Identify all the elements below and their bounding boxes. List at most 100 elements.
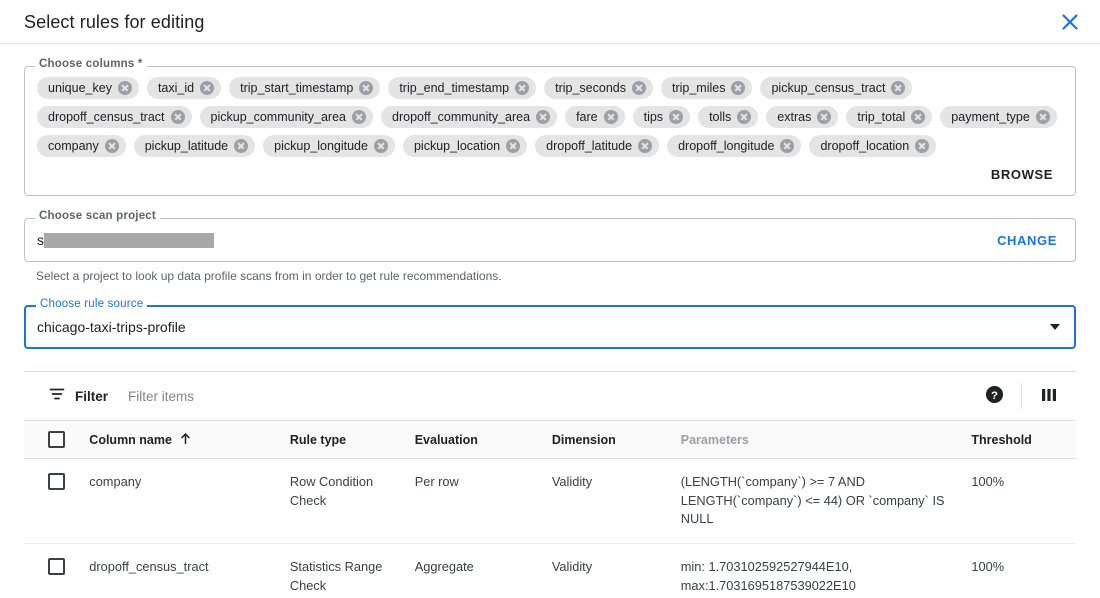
- chip-remove-icon[interactable]: [373, 139, 388, 153]
- column-chip-label: pickup_latitude: [144, 139, 229, 153]
- chevron-down-icon[interactable]: [1050, 324, 1060, 331]
- select-all-checkbox[interactable]: [48, 431, 65, 449]
- choose-scan-project-field[interactable]: Choose scan project s CHANGE: [24, 210, 1076, 262]
- column-chip[interactable]: dropoff_latitude: [535, 135, 660, 157]
- chip-remove-icon[interactable]: [817, 110, 832, 124]
- svg-text:?: ?: [991, 390, 998, 402]
- table-header-row: Column name Rule type Evaluation Dimensi…: [24, 420, 1076, 460]
- column-chip[interactable]: pickup_community_area: [199, 106, 374, 128]
- column-chip[interactable]: pickup_location: [402, 135, 528, 157]
- column-chip[interactable]: tips: [632, 106, 691, 128]
- header-evaluation[interactable]: Evaluation: [406, 420, 544, 460]
- column-chip-label: trip_total: [857, 110, 906, 124]
- table-toolbar: Filter ?: [24, 372, 1076, 420]
- change-project-button[interactable]: CHANGE: [993, 231, 1061, 250]
- column-chip[interactable]: trip_start_timestamp: [229, 77, 381, 99]
- column-settings-button[interactable]: [1032, 379, 1066, 413]
- chip-remove-icon[interactable]: [638, 139, 653, 153]
- chip-remove-icon[interactable]: [170, 110, 185, 124]
- column-chip[interactable]: fare: [565, 106, 625, 128]
- column-chip[interactable]: taxi_id: [146, 77, 222, 99]
- header-dimension[interactable]: Dimension: [543, 420, 673, 460]
- column-chip[interactable]: unique_key: [37, 77, 139, 99]
- header-threshold[interactable]: Threshold: [963, 420, 1076, 460]
- column-chip[interactable]: trip_total: [846, 106, 933, 128]
- filter-button[interactable]: Filter: [48, 385, 108, 408]
- chip-remove-icon[interactable]: [731, 81, 746, 95]
- chip-remove-icon[interactable]: [1035, 110, 1050, 124]
- column-chip-label: payment_type: [951, 110, 1030, 124]
- rule-source-value: chicago-taxi-trips-profile: [37, 319, 186, 336]
- filter-input[interactable]: [126, 387, 447, 405]
- chip-remove-icon[interactable]: [515, 81, 530, 95]
- chip-remove-icon[interactable]: [891, 81, 906, 95]
- column-chip-list: unique_key taxi_id trip_start_timestamp tri…: [37, 77, 1063, 157]
- column-chip[interactable]: trip_miles: [660, 77, 753, 99]
- header-parameters[interactable]: Parameters: [672, 420, 964, 460]
- row-checkbox[interactable]: [48, 558, 65, 576]
- help-icon: ?: [985, 385, 1004, 407]
- column-chip[interactable]: dropoff_census_tract: [37, 106, 192, 128]
- chip-remove-icon[interactable]: [234, 139, 249, 153]
- column-chip-label: pickup_community_area: [210, 110, 347, 124]
- choose-rule-source-field[interactable]: Choose rule source chicago-taxi-trips-pr…: [24, 299, 1076, 350]
- column-chip-label: dropoff_longitude: [678, 139, 775, 153]
- chip-remove-icon[interactable]: [506, 139, 521, 153]
- choose-rule-source-label: Choose rule source: [36, 299, 148, 311]
- rules-table-body: company Row Condition Check Per row Validit…: [24, 458, 1076, 598]
- row-select-cell: [24, 543, 82, 598]
- scan-project-value-prefix: s: [37, 232, 44, 248]
- column-chip[interactable]: dropoff_community_area: [381, 106, 558, 128]
- close-button[interactable]: [1054, 6, 1086, 38]
- chip-remove-icon[interactable]: [603, 110, 618, 124]
- column-chip[interactable]: dropoff_longitude: [667, 135, 802, 157]
- table-row[interactable]: company Row Condition Check Per row Validit…: [24, 458, 1076, 545]
- column-chip-label: unique_key: [48, 81, 112, 95]
- scan-project-helper-text: Select a project to look up data profile…: [36, 269, 502, 283]
- column-chip-label: pickup_location: [413, 139, 501, 153]
- column-chip-label: dropoff_community_area: [392, 110, 531, 124]
- chip-remove-icon[interactable]: [104, 139, 119, 153]
- column-chip[interactable]: pickup_longitude: [263, 135, 395, 157]
- row-checkbox[interactable]: [48, 473, 65, 491]
- column-chip-label: fare: [576, 110, 598, 124]
- column-chip[interactable]: extras: [766, 106, 839, 128]
- header-rule-type[interactable]: Rule type: [281, 420, 407, 460]
- column-chip[interactable]: trip_end_timestamp: [388, 77, 537, 99]
- column-chip-label: company: [48, 139, 99, 153]
- help-button[interactable]: ?: [977, 379, 1011, 413]
- sort-ascending-icon: [179, 432, 192, 448]
- column-chip[interactable]: dropoff_location: [809, 135, 937, 157]
- chip-remove-icon[interactable]: [911, 110, 926, 124]
- choose-columns-field[interactable]: Choose columns * unique_key taxi_id trip_s…: [24, 58, 1076, 196]
- browse-button[interactable]: BROWSE: [987, 165, 1057, 184]
- table-row[interactable]: dropoff_census_tract Statistics Range Che…: [24, 543, 1076, 598]
- chip-remove-icon[interactable]: [780, 139, 795, 153]
- chip-remove-icon[interactable]: [117, 81, 132, 95]
- chip-remove-icon[interactable]: [536, 110, 551, 124]
- filter-icon: [48, 385, 66, 408]
- chip-remove-icon[interactable]: [352, 110, 367, 124]
- cell-dimension: Validity: [543, 543, 673, 598]
- chip-remove-icon[interactable]: [669, 110, 684, 124]
- rules-table: Column name Rule type Evaluation Dimensi…: [24, 420, 1076, 598]
- header-column-name[interactable]: Column name: [81, 420, 282, 460]
- chip-remove-icon[interactable]: [737, 110, 752, 124]
- chip-remove-icon[interactable]: [915, 139, 930, 153]
- close-icon: [1060, 12, 1080, 32]
- rules-table-head: Column name Rule type Evaluation Dimensi…: [24, 420, 1076, 460]
- page-title: Select rules for editing: [24, 11, 205, 32]
- column-chip[interactable]: trip_seconds: [544, 77, 653, 99]
- cell-rule-type: Statistics Range Check: [281, 543, 407, 598]
- column-chip[interactable]: pickup_census_tract: [760, 77, 913, 99]
- column-chip[interactable]: tolls: [698, 106, 759, 128]
- column-chip[interactable]: payment_type: [940, 106, 1057, 128]
- column-chip[interactable]: company: [37, 135, 126, 157]
- choose-columns-label: Choose columns *: [35, 58, 147, 71]
- chip-remove-icon[interactable]: [359, 81, 374, 95]
- cell-rule-type: Row Condition Check: [281, 458, 407, 545]
- scan-project-value: s: [37, 219, 993, 261]
- chip-remove-icon[interactable]: [631, 81, 646, 95]
- column-chip[interactable]: pickup_latitude: [133, 135, 256, 157]
- chip-remove-icon[interactable]: [200, 81, 215, 95]
